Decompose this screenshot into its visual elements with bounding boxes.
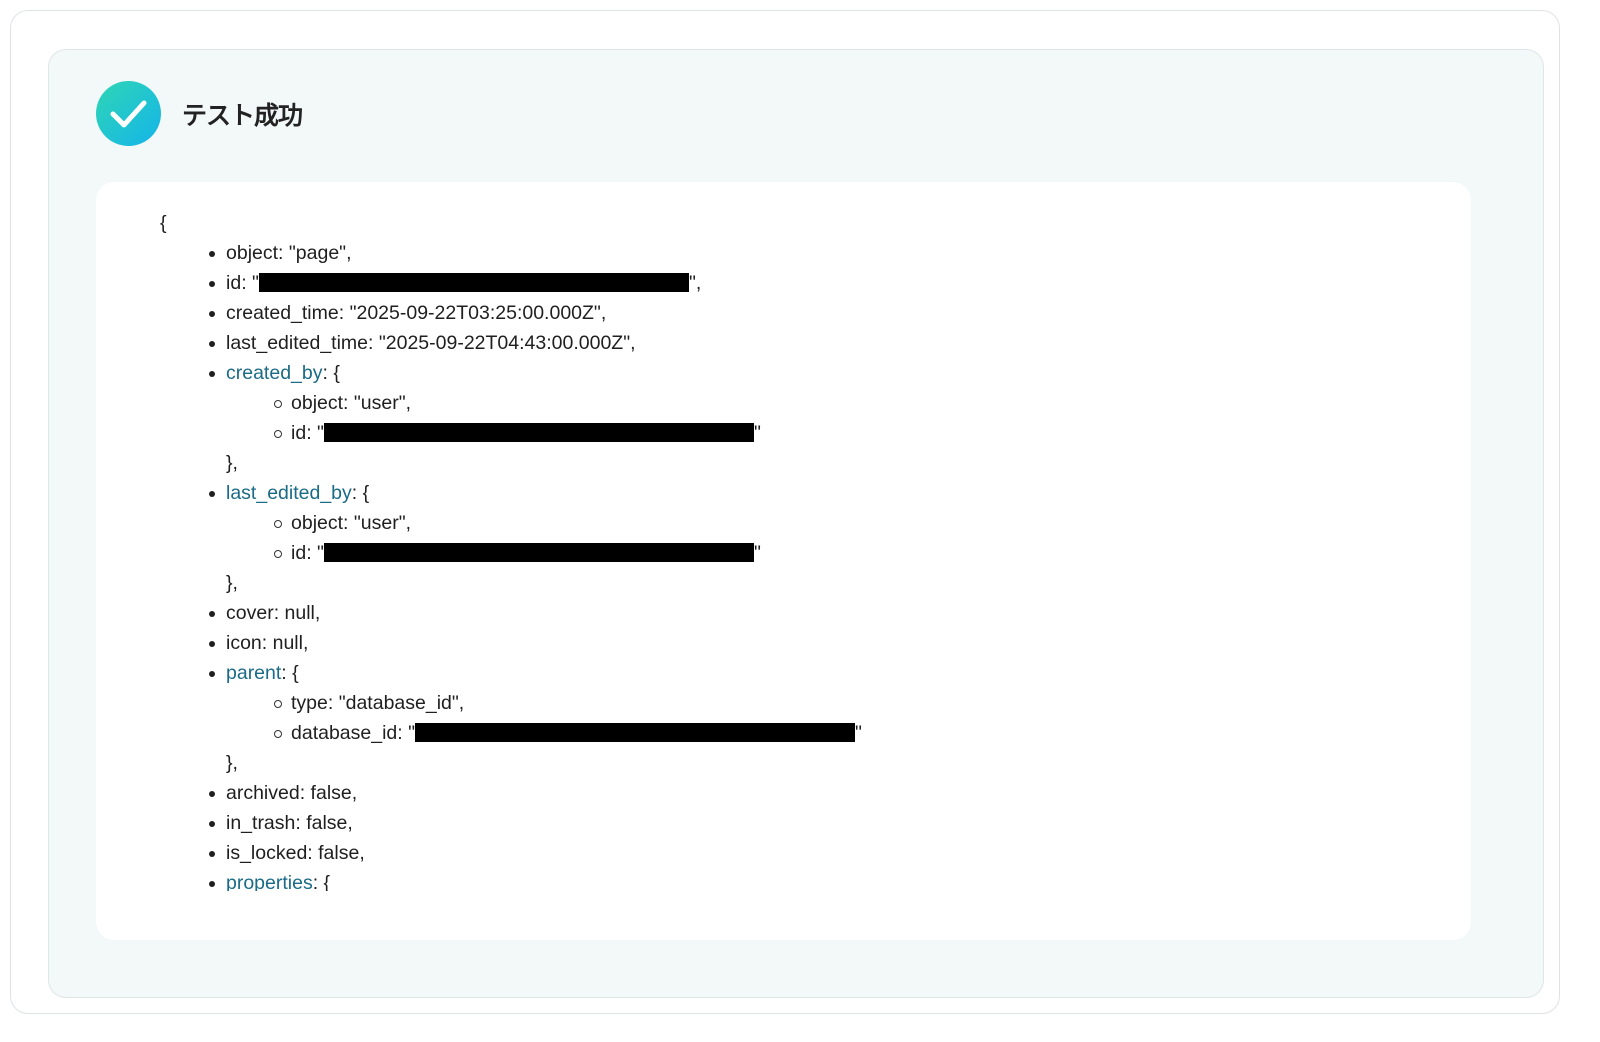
json-brace: { (160, 212, 167, 234)
bullet-icon (209, 311, 215, 317)
redacted-value (323, 423, 754, 442)
json-value: : " (397, 722, 416, 744)
json-value: : " (306, 422, 324, 444)
check-circle-icon (96, 81, 161, 146)
json-value: : null, (273, 602, 321, 624)
result-json-card: {object: "page", id: " ", created_time: "20… (96, 182, 1471, 940)
redacted-value (415, 723, 856, 742)
json-line: archived: false, (209, 778, 358, 808)
json-line: type: "database_id", (274, 688, 465, 718)
bullet-icon (209, 671, 215, 677)
json-key-link[interactable]: last_edited_by (226, 482, 352, 504)
circle-bullet-icon (274, 700, 282, 708)
redacted-value (258, 273, 689, 292)
json-key: icon (226, 632, 262, 654)
json-value: : "user", (343, 512, 412, 534)
circle-bullet-icon (274, 550, 282, 558)
json-line: }, (226, 448, 238, 478)
json-key: object (291, 512, 344, 534)
json-value: : "2025-09-22T03:25:00.000Z", (338, 302, 607, 324)
json-key: object (226, 242, 279, 264)
json-key: type (291, 692, 328, 714)
bullet-icon (209, 851, 215, 857)
json-value: : "user", (343, 392, 412, 414)
redacted-value (323, 543, 754, 562)
json-line: object: "user", (274, 508, 412, 538)
bullet-icon (209, 821, 215, 827)
result-json-scroll-area[interactable]: {object: "page", id: " ", created_time: "20… (96, 206, 1471, 891)
json-value: : "page", (278, 242, 352, 264)
circle-bullet-icon (274, 520, 282, 528)
json-key-link[interactable]: properties (226, 872, 313, 891)
json-brace: }, (226, 572, 238, 594)
json-key: is_locked (226, 842, 308, 864)
json-line: icon: null, (209, 628, 309, 658)
json-line: database_id: " " (274, 718, 862, 748)
bullet-icon (209, 251, 215, 257)
json-value-suffix: " (753, 542, 761, 564)
json-value-suffix: " (753, 422, 761, 444)
json-line: parent: { (209, 658, 299, 688)
json-value: : " (306, 542, 324, 564)
json-line: cover: null, (209, 598, 321, 628)
json-line: in_trash: false, (209, 808, 353, 838)
bullet-icon (209, 641, 215, 647)
bullet-icon (209, 611, 215, 617)
json-key: cover (226, 602, 274, 624)
json-value: : { (322, 362, 340, 384)
json-line: id: " ", (209, 268, 702, 298)
json-key: id (226, 272, 242, 294)
json-line: created_time: "2025-09-22T03:25:00.000Z"… (209, 298, 607, 328)
json-value-suffix: " (855, 722, 862, 744)
json-line: object: "page", (209, 238, 352, 268)
json-brace: }, (226, 452, 238, 474)
json-value: : " (241, 272, 259, 294)
json-line: }, (226, 568, 238, 598)
json-key: last_edited_time (226, 332, 369, 354)
json-key-link[interactable]: created_by (226, 362, 322, 384)
json-line: }, (226, 748, 238, 778)
bullet-icon (209, 281, 215, 287)
json-line: { (160, 208, 167, 238)
json-key: id (291, 422, 307, 444)
json-key: database_id (291, 722, 398, 744)
json-line: object: "user", (274, 388, 412, 418)
json-value: : { (281, 662, 299, 684)
json-value: : null, (261, 632, 309, 654)
circle-bullet-icon (274, 730, 282, 738)
json-value: : { (351, 482, 370, 504)
json-line: id: " " (274, 538, 761, 568)
json-value: : "2025-09-22T04:43:00.000Z", (368, 332, 636, 354)
bullet-icon (209, 881, 215, 887)
json-value: : false, (295, 812, 353, 834)
json-line: is_locked: false, (209, 838, 365, 868)
json-value: : "database_id", (327, 692, 465, 714)
json-value: : false, (299, 782, 358, 804)
circle-bullet-icon (274, 430, 282, 438)
json-key: object (291, 392, 344, 414)
json-line: created_by: { (209, 358, 340, 388)
json-key: created_time (226, 302, 339, 324)
circle-bullet-icon (274, 400, 282, 408)
json-line: properties: { (209, 868, 331, 891)
bullet-icon (209, 791, 215, 797)
json-line: last_edited_time: "2025-09-22T04:43:00.0… (209, 328, 636, 358)
json-value: : { (312, 872, 331, 891)
json-line: last_edited_by: { (209, 478, 370, 508)
json-value: : false, (307, 842, 365, 864)
page-title: テスト成功 (182, 101, 303, 130)
bullet-icon (209, 491, 215, 497)
json-key: in_trash (226, 812, 296, 834)
bullet-icon (209, 341, 215, 347)
json-line: id: " " (274, 418, 761, 448)
bullet-icon (209, 371, 215, 377)
json-key: id (291, 542, 307, 564)
json-key-link[interactable]: parent (226, 662, 281, 684)
json-value-suffix: ", (688, 272, 702, 294)
json-brace: }, (226, 752, 238, 774)
json-key: archived (226, 782, 300, 804)
